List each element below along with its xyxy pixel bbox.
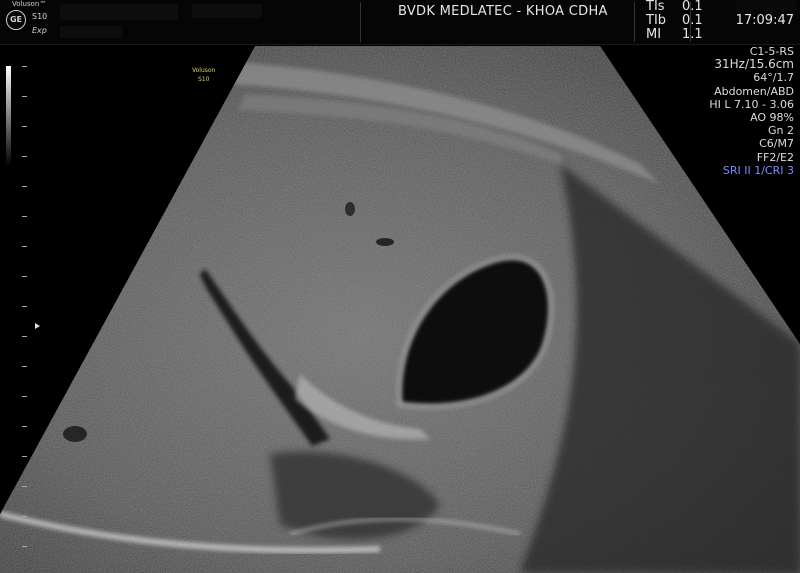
index-row: TIs 0.1 <box>646 0 703 14</box>
depth-tick <box>22 396 27 397</box>
harmonic-frequency: HI L 7.10 - 3.06 <box>709 97 794 111</box>
ultrasound-image <box>0 44 800 573</box>
header-divider <box>634 2 635 42</box>
patient-name-redacted <box>60 4 178 20</box>
header-divider <box>690 2 691 42</box>
depth-tick <box>22 96 27 97</box>
depth-tick <box>22 276 27 277</box>
depth-tick <box>22 426 27 427</box>
watermark-line: Voluson <box>192 67 216 74</box>
index-value: 0.1 <box>682 0 703 14</box>
ge-logo-icon: GE <box>6 10 26 30</box>
exam-preset: Abdomen/ABD <box>714 84 794 98</box>
index-row: TIb 0.1 <box>646 14 703 28</box>
index-row: MI 1.1 <box>646 28 703 42</box>
date-redacted <box>736 0 796 10</box>
header-divider <box>360 2 361 42</box>
depth-tick <box>22 366 27 367</box>
header-bar: Voluson™ GE S10 Exp BVDK MEDLATEC - KHOA… <box>0 0 800 45</box>
color-map: C6/M7 <box>759 137 794 151</box>
frame-rate-depth: 31Hz/15.6cm <box>714 57 794 72</box>
gain-value: Gn 2 <box>768 124 794 138</box>
depth-tick <box>22 546 27 547</box>
sector-angle: 64°/1.7 <box>753 71 794 85</box>
depth-tick <box>22 126 27 127</box>
focus-marker-icon[interactable] <box>35 323 40 329</box>
depth-tick <box>22 216 27 217</box>
model-name: S10 <box>32 12 48 21</box>
image-watermark: Voluson S10 <box>192 66 215 84</box>
depth-tick <box>22 486 27 487</box>
index-label: MI <box>646 27 662 42</box>
depth-tick <box>22 156 27 157</box>
depth-tick <box>22 456 27 457</box>
mode-label: Exp <box>32 26 47 35</box>
grayscale-bar <box>6 66 11 166</box>
depth-tick <box>22 186 27 187</box>
index-label: TIb <box>646 13 667 28</box>
depth-tick <box>22 246 27 247</box>
brand-name: Voluson™ <box>12 0 47 8</box>
watermark-line: S10 <box>197 76 210 83</box>
index-value: 1.1 <box>682 27 703 42</box>
institution-name: BVDK MEDLATEC - KHOA CDHA <box>398 4 608 19</box>
depth-tick <box>22 336 27 337</box>
acoustic-output: AO 98% <box>750 111 794 125</box>
depth-tick <box>22 66 27 67</box>
safety-indices: TIs 0.1 TIb 0.1 MI 1.1 <box>646 0 703 42</box>
sri-setting: SRI II 1/CRI 3 <box>722 163 794 177</box>
depth-tick <box>22 306 27 307</box>
depth-tick <box>22 516 27 517</box>
index-value: 0.1 <box>682 13 703 28</box>
index-label: TIs <box>646 0 665 14</box>
clock-time: 17:09:47 <box>735 13 794 28</box>
depth-scale <box>22 66 28 556</box>
system-logo: Voluson™ GE S10 Exp <box>2 0 50 42</box>
frame-filter: FF2/E2 <box>756 150 794 164</box>
imaging-parameters: C1-5-RS 31Hz/15.6cm 64°/1.7 Abdomen/ABD … <box>709 45 794 177</box>
patient-id-redacted <box>192 4 262 18</box>
patient-dob-redacted <box>60 26 122 38</box>
